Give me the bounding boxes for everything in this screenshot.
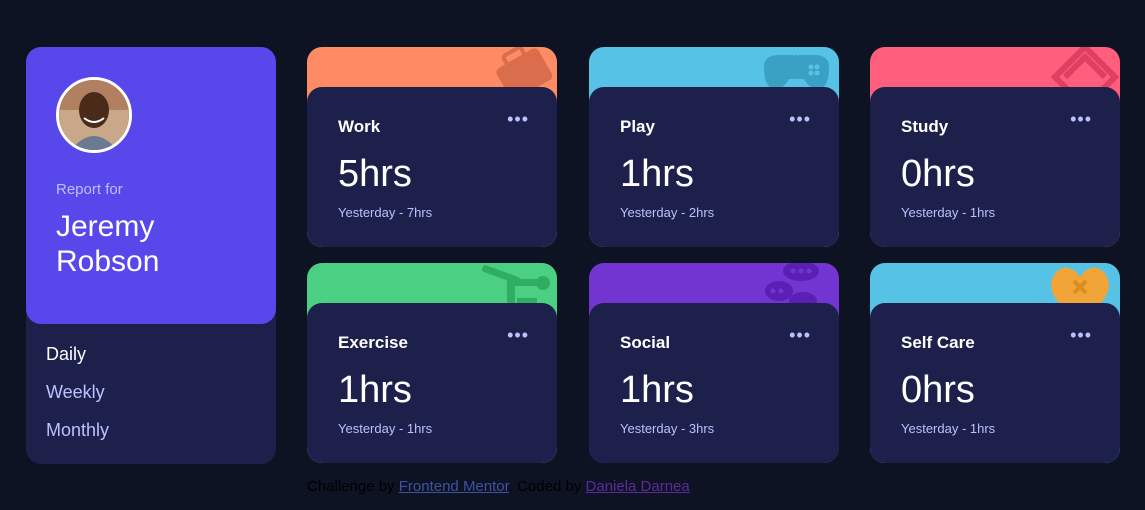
current-hours: 1hrs: [620, 153, 694, 195]
card-title: Study: [901, 117, 949, 136]
ellipsis-icon[interactable]: •••: [507, 325, 529, 346]
attribution-footer: Challenge by Frontend Mentor. Coded by D…: [307, 478, 690, 495]
previous-hours: Yesterday - 1hrs: [338, 421, 433, 436]
card-title: Work: [338, 117, 381, 136]
user-name: Jeremy Robson: [56, 210, 160, 278]
current-hours: 0hrs: [901, 369, 975, 411]
card-social: Social ••• 1hrs Yesterday - 3hrs: [589, 263, 839, 463]
card-body[interactable]: Social ••• 1hrs Yesterday - 3hrs: [589, 303, 839, 463]
period-weekly[interactable]: Weekly: [46, 382, 105, 403]
author-link[interactable]: Daniela Darnea: [586, 478, 690, 495]
footer-middle: . Coded by: [508, 478, 586, 495]
card-title: Social: [620, 333, 671, 352]
previous-hours: Yesterday - 3hrs: [620, 421, 715, 436]
ellipsis-icon[interactable]: •••: [507, 109, 529, 130]
current-hours: 5hrs: [338, 153, 412, 195]
avatar: [56, 77, 132, 153]
card-title: Play: [620, 117, 655, 136]
frontend-mentor-link[interactable]: Frontend Mentor: [399, 478, 509, 495]
footer-prefix: Challenge by: [307, 478, 399, 495]
card-exercise: Exercise ••• 1hrs Yesterday - 1hrs: [307, 263, 557, 463]
report-for-label: Report for: [56, 181, 123, 198]
ellipsis-icon[interactable]: •••: [789, 109, 811, 130]
ellipsis-icon[interactable]: •••: [1070, 325, 1092, 346]
current-hours: 1hrs: [338, 369, 412, 411]
card-body[interactable]: Work ••• 5hrs Yesterday - 7hrs: [307, 87, 557, 247]
period-monthly[interactable]: Monthly: [46, 420, 109, 441]
card-title: Self Care: [901, 333, 975, 352]
current-hours: 1hrs: [620, 369, 694, 411]
ellipsis-icon[interactable]: •••: [789, 325, 811, 346]
card-body[interactable]: Play ••• 1hrs Yesterday - 2hrs: [589, 87, 839, 247]
profile-card: Report for Jeremy Robson Daily Weekly Mo…: [26, 47, 276, 464]
previous-hours: Yesterday - 2hrs: [620, 205, 715, 220]
card-self-care: Self Care ••• 0hrs Yesterday - 1hrs: [870, 263, 1120, 463]
current-hours: 0hrs: [901, 153, 975, 195]
card-body[interactable]: Self Care ••• 0hrs Yesterday - 1hrs: [870, 303, 1120, 463]
previous-hours: Yesterday - 1hrs: [901, 205, 996, 220]
card-study: Study ••• 0hrs Yesterday - 1hrs: [870, 47, 1120, 247]
profile-header: Report for Jeremy Robson: [26, 47, 276, 324]
card-play: Play ••• 1hrs Yesterday - 2hrs: [589, 47, 839, 247]
card-work: Work ••• 5hrs Yesterday - 7hrs: [307, 47, 557, 247]
previous-hours: Yesterday - 7hrs: [338, 205, 433, 220]
card-body[interactable]: Exercise ••• 1hrs Yesterday - 1hrs: [307, 303, 557, 463]
card-body[interactable]: Study ••• 0hrs Yesterday - 1hrs: [870, 87, 1120, 247]
card-title: Exercise: [338, 333, 408, 352]
previous-hours: Yesterday - 1hrs: [901, 421, 996, 436]
ellipsis-icon[interactable]: •••: [1070, 109, 1092, 130]
period-daily[interactable]: Daily: [46, 344, 86, 365]
